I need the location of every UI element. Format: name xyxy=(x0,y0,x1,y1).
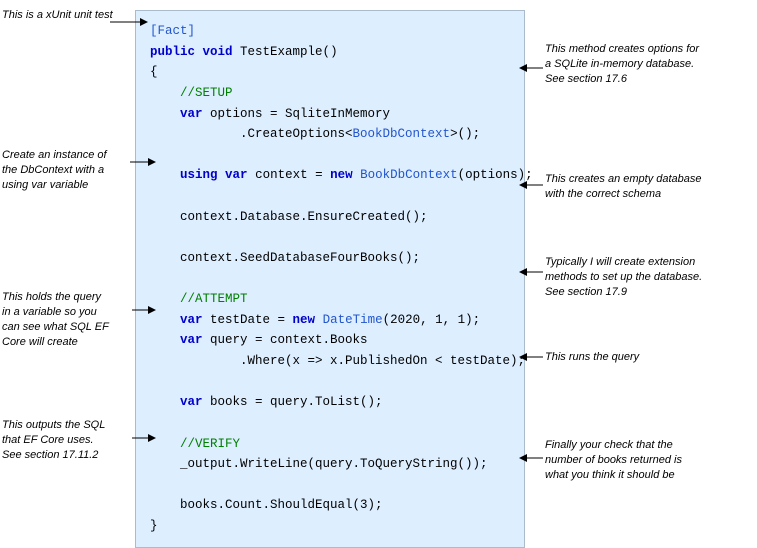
code-line-15: var testDate = new DateTime(2020, 1, 1); xyxy=(150,310,510,331)
code-line-2: public void TestExample() xyxy=(150,42,510,63)
code-line-10: context.Database.EnsureCreated(); xyxy=(150,207,510,228)
code-line-3: { xyxy=(150,62,510,83)
code-line-14: //ATTEMPT xyxy=(150,289,510,310)
annotation-empty-db: This creates an empty databasewith the c… xyxy=(545,172,750,202)
code-line-7 xyxy=(150,145,510,166)
code-line-19: var books = query.ToList(); xyxy=(150,392,510,413)
annotation-xunit: This is a xUnit unit test xyxy=(2,8,122,23)
annotation-check: Finally your check that thenumber of boo… xyxy=(545,438,750,483)
code-block: [Fact] public void TestExample() { //SET… xyxy=(135,10,525,548)
code-line-20 xyxy=(150,413,510,434)
annotation-dbcontext: Create an instance ofthe DbContext with … xyxy=(2,148,130,193)
code-line-25: } xyxy=(150,516,510,537)
code-line-24: books.Count.ShouldEqual(3); xyxy=(150,495,510,516)
code-line-16: var query = context.Books xyxy=(150,330,510,351)
annotation-extension: Typically I will create extensionmethods… xyxy=(545,255,750,300)
annotation-options: This method creates options fora SQLite … xyxy=(545,42,750,87)
code-line-9 xyxy=(150,186,510,207)
code-line-6: .CreateOptions<BookDbContext>(); xyxy=(150,124,510,145)
code-line-5: var options = SqliteInMemory xyxy=(150,104,510,125)
annotation-sql: This outputs the SQLthat EF Core uses.Se… xyxy=(2,418,132,463)
code-line-17: .Where(x => x.PublishedOn < testDate); xyxy=(150,351,510,372)
code-line-13 xyxy=(150,269,510,290)
page-container: [Fact] public void TestExample() { //SET… xyxy=(0,0,757,527)
code-line-22: _output.WriteLine(query.ToQueryString())… xyxy=(150,454,510,475)
code-line-18 xyxy=(150,372,510,393)
annotation-query: This holds the queryin a variable so you… xyxy=(2,290,132,349)
code-line-12: context.SeedDatabaseFourBooks(); xyxy=(150,248,510,269)
code-line-11 xyxy=(150,227,510,248)
code-line-21: //VERIFY xyxy=(150,434,510,455)
code-line-1: [Fact] xyxy=(150,21,510,42)
code-line-8: using var context = new BookDbContext(op… xyxy=(150,165,510,186)
code-line-4: //SETUP xyxy=(150,83,510,104)
code-line-23 xyxy=(150,475,510,496)
annotation-runs-query: This runs the query xyxy=(545,350,705,365)
